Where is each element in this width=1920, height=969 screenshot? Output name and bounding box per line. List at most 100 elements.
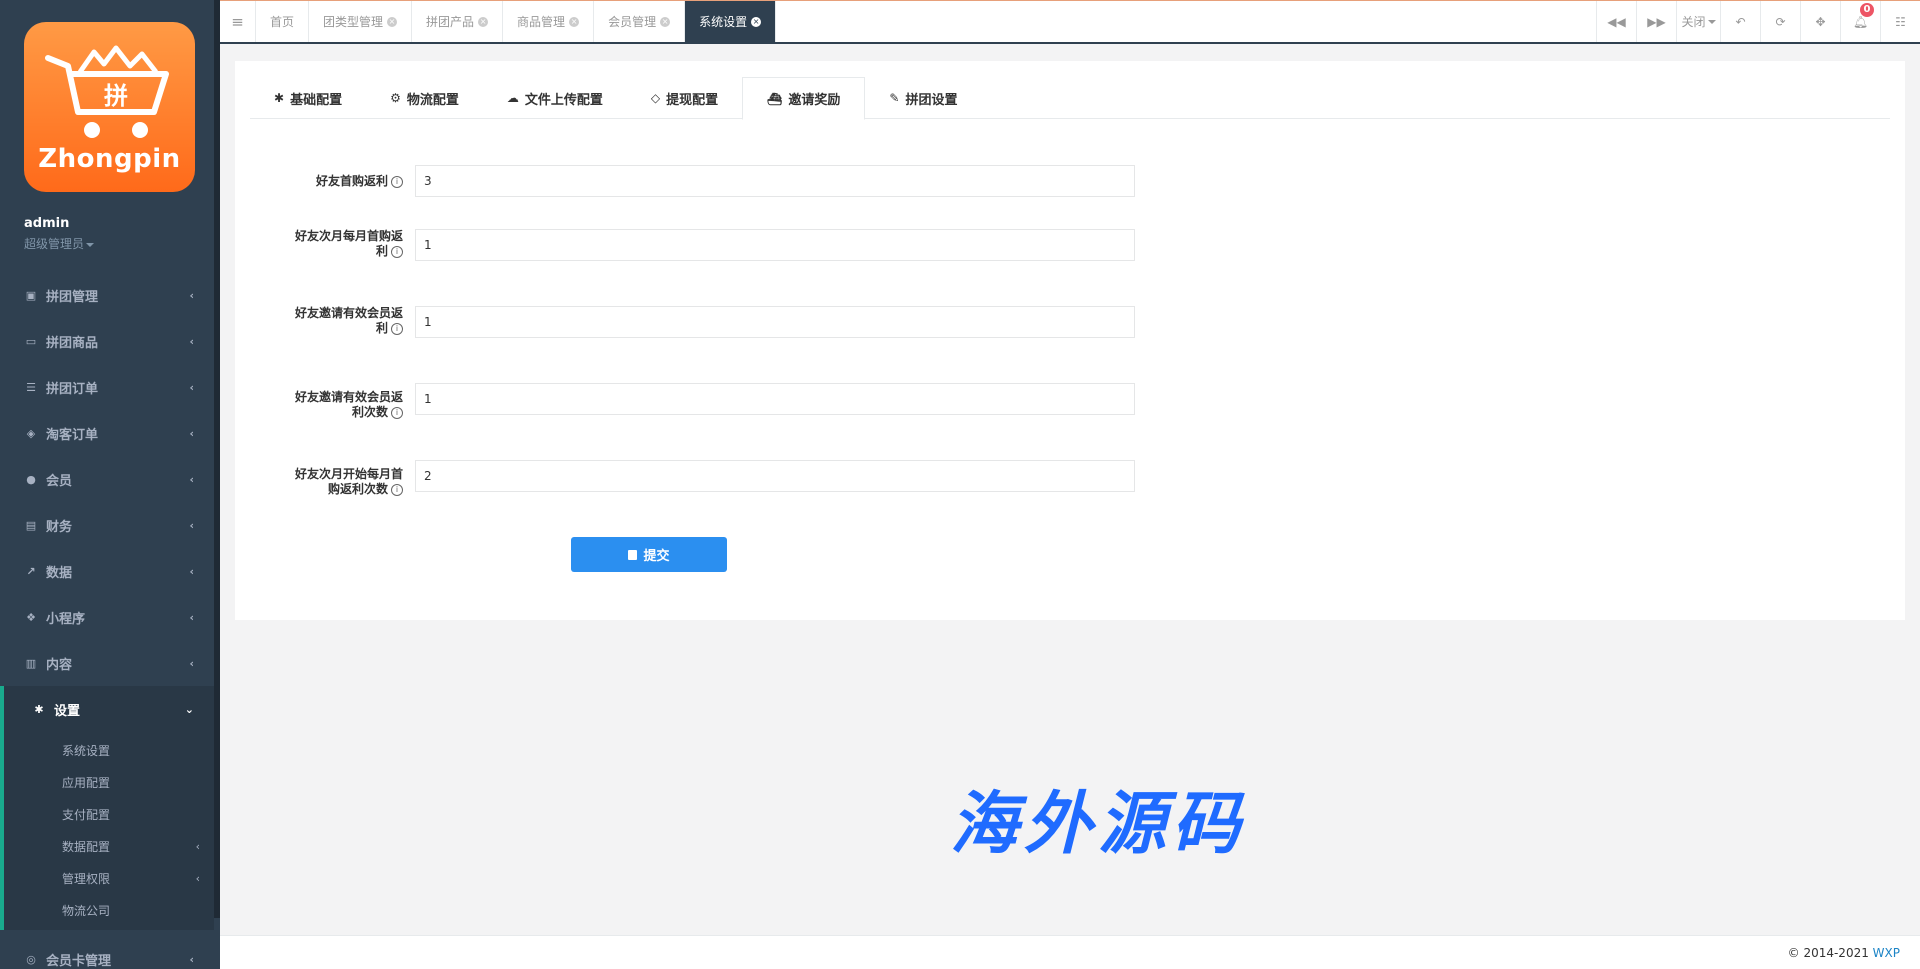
- monthly-first-purchase-rebate-input[interactable]: [415, 229, 1135, 261]
- sidebar-item-label: 淘客订单: [46, 427, 99, 443]
- scroll-left-button[interactable]: ◀◀: [1596, 1, 1636, 42]
- tab-member-manage[interactable]: 会员管理 ×: [594, 1, 686, 42]
- sidebar-item-membercard[interactable]: ◎ 会员卡管理 ‹: [0, 936, 214, 969]
- sidebar-item-content[interactable]: ▥ 内容 ‹: [0, 640, 214, 686]
- caret-down-icon: [1707, 19, 1716, 24]
- copyright-text: © 2014-2021: [1787, 946, 1873, 960]
- cubes-icon: ❖: [26, 610, 36, 624]
- profile-role-label: 超级管理员: [24, 237, 85, 251]
- tab-invite-reward[interactable]: ⛴ 邀请奖励: [742, 77, 866, 120]
- undo-button[interactable]: ↶: [1720, 1, 1760, 42]
- refresh-button[interactable]: ⟳: [1760, 1, 1800, 42]
- chevron-left-icon: ‹: [189, 427, 194, 440]
- sidebar-subitem-label: 系统设置: [62, 743, 111, 758]
- close-icon[interactable]: ×: [569, 16, 580, 27]
- invite-member-rebate-input[interactable]: [415, 306, 1135, 338]
- sidebar-item-miniprogram[interactable]: ❖ 小程序 ‹: [0, 594, 214, 640]
- tab-group-type[interactable]: 团类型管理 ×: [309, 1, 413, 42]
- info-icon[interactable]: i: [391, 175, 403, 188]
- tab-logistics-config[interactable]: ⚙ 物流配置: [366, 77, 483, 119]
- user-profile[interactable]: admin 超级管理员: [24, 216, 95, 252]
- monthly-rebate-times-input[interactable]: [415, 460, 1135, 492]
- sidebar-item-pintuan-manage[interactable]: ▣ 拼团管理 ‹: [0, 272, 214, 318]
- close-icon[interactable]: ×: [660, 16, 671, 27]
- refresh-icon: ⟳: [1775, 14, 1786, 29]
- sidebar-scrollbar[interactable]: [214, 0, 220, 918]
- close-icon[interactable]: ×: [478, 16, 489, 27]
- tab-label: 团类型管理: [323, 15, 384, 29]
- tab-upload-config[interactable]: ☁ 文件上传配置: [483, 77, 627, 119]
- profile-role-dropdown[interactable]: 超级管理员: [24, 235, 95, 252]
- field-label-text: 利次数: [351, 405, 388, 419]
- tab-goods-manage[interactable]: 商品管理 ×: [503, 1, 595, 42]
- tab-group-settings[interactable]: ✎ 拼团设置: [865, 77, 981, 119]
- money-icon: ▤: [25, 518, 37, 532]
- sidebar-subitem-app-config[interactable]: 应用配置: [4, 766, 214, 798]
- submit-button[interactable]: 提交: [571, 537, 727, 572]
- sidebar-item-data[interactable]: ↗ 数据 ‹: [0, 548, 214, 594]
- sidebar-item-pintuan-orders[interactable]: ☰ 拼团订单 ‹: [0, 364, 214, 410]
- close-tabs-dropdown[interactable]: 关闭: [1676, 1, 1720, 42]
- topbar-tools: ◀◀ ▶▶ 关闭 ↶ ⟳ ✥ 🔔︎ 0 ☷: [1596, 1, 1920, 42]
- sidebar-item-settings[interactable]: ✱ 设置 ⌄: [0, 686, 214, 732]
- sidebar-item-finance[interactable]: ▤ 财务 ‹: [0, 502, 214, 548]
- sidebar-subitem-system-settings[interactable]: 系统设置: [4, 734, 214, 766]
- gear-icon: ✱: [34, 702, 44, 716]
- sidebar-subitem-payment-config[interactable]: 支付配置: [4, 798, 214, 830]
- close-icon[interactable]: ×: [387, 16, 398, 27]
- sidebar-item-label: 拼团订单: [46, 381, 99, 397]
- close-tabs-label: 关闭: [1681, 15, 1706, 29]
- fullscreen-button[interactable]: ✥: [1800, 1, 1840, 42]
- sidebar-item-pintuan-goods[interactable]: ▭ 拼团商品 ‹: [0, 318, 214, 364]
- svg-text:拼: 拼: [104, 82, 128, 110]
- tab-basic-config[interactable]: ✱ 基础配置: [250, 77, 366, 119]
- sidebar-subitem-permissions[interactable]: 管理权限 ‹: [4, 862, 214, 894]
- tab-group-product[interactable]: 拼团产品 ×: [412, 1, 504, 42]
- invite-member-rebate-times-input[interactable]: [415, 383, 1135, 415]
- profile-name: admin: [24, 216, 70, 231]
- tab-label: 物流配置: [406, 92, 459, 108]
- gear-icon: ✱: [274, 91, 285, 105]
- close-icon[interactable]: ×: [751, 16, 762, 27]
- arrows-icon: ✥: [1815, 14, 1826, 29]
- chevron-left-icon: ‹: [189, 611, 194, 624]
- chevron-left-icon: ‹: [189, 657, 194, 670]
- info-icon[interactable]: i: [391, 322, 403, 335]
- sidebar-nav: ▣ 拼团管理 ‹ ▭ 拼团商品 ‹ ☰ 拼团订单 ‹ ◈ 淘客订单 ‹ ● 会员 ‹ ▤ 财务 ‹ ↗ 数…: [0, 272, 214, 930]
- field-label: 好友首购返利 i: [275, 174, 403, 189]
- tab-withdraw-config[interactable]: ◇ 提现配置: [627, 77, 742, 119]
- sidebar-subitem-logistics[interactable]: 物流公司: [4, 894, 214, 926]
- sidebar-item-label: 小程序: [46, 611, 86, 627]
- chevron-left-icon: ‹: [189, 519, 194, 532]
- info-icon[interactable]: i: [391, 483, 403, 496]
- chevron-left-icon: ‹: [195, 872, 200, 885]
- first-purchase-rebate-input[interactable]: [415, 165, 1135, 197]
- notifications-button[interactable]: 🔔︎ 0: [1840, 1, 1880, 42]
- info-icon[interactable]: i: [391, 406, 403, 419]
- notification-badge: 0: [1860, 3, 1874, 17]
- sidebar-subitem-data-config[interactable]: 数据配置 ‹: [4, 830, 214, 862]
- sidebar-subitem-label: 数据配置: [62, 839, 111, 854]
- tab-system-settings[interactable]: 系统设置 ×: [685, 1, 777, 42]
- tab-label: 邀请奖励: [788, 93, 841, 108]
- tab-label: 提现配置: [666, 92, 719, 108]
- page-tabs: 首页 团类型管理 × 拼团产品 × 商品管理 × 会员管理 × 系统设置 ×: [256, 1, 777, 42]
- info-icon[interactable]: i: [391, 245, 403, 258]
- settings-submenu: 系统设置 应用配置 支付配置 数据配置 ‹ 管理权限 ‹ 物流公司: [0, 732, 214, 930]
- footer-link[interactable]: WXP: [1873, 946, 1900, 960]
- sidebar-item-label: 拼团商品: [46, 335, 99, 351]
- menu-toggle-button[interactable]: ≡: [220, 1, 256, 42]
- tab-home[interactable]: 首页: [256, 1, 310, 42]
- sidebar-item-members[interactable]: ● 会员 ‹: [0, 456, 214, 502]
- save-icon: [628, 549, 638, 560]
- sidebar-item-label: 设置: [54, 703, 81, 719]
- card-icon: ◎: [26, 952, 36, 966]
- watermark-text: 海外源码: [950, 784, 1247, 864]
- field-label: 好友邀请有效会员返利 i: [275, 306, 403, 336]
- right-sidebar-button[interactable]: ☷: [1880, 1, 1920, 42]
- sidebar-item-label: 财务: [46, 519, 73, 535]
- scroll-right-button[interactable]: ▶▶: [1636, 1, 1676, 42]
- top-tab-bar: ≡ 首页 团类型管理 × 拼团产品 × 商品管理 × 会员管理 × 系统设置 × ◀◀ ▶…: [220, 0, 1920, 44]
- chevron-left-icon: ‹: [189, 381, 194, 394]
- sidebar-item-taoke-orders[interactable]: ◈ 淘客订单 ‹: [0, 410, 214, 456]
